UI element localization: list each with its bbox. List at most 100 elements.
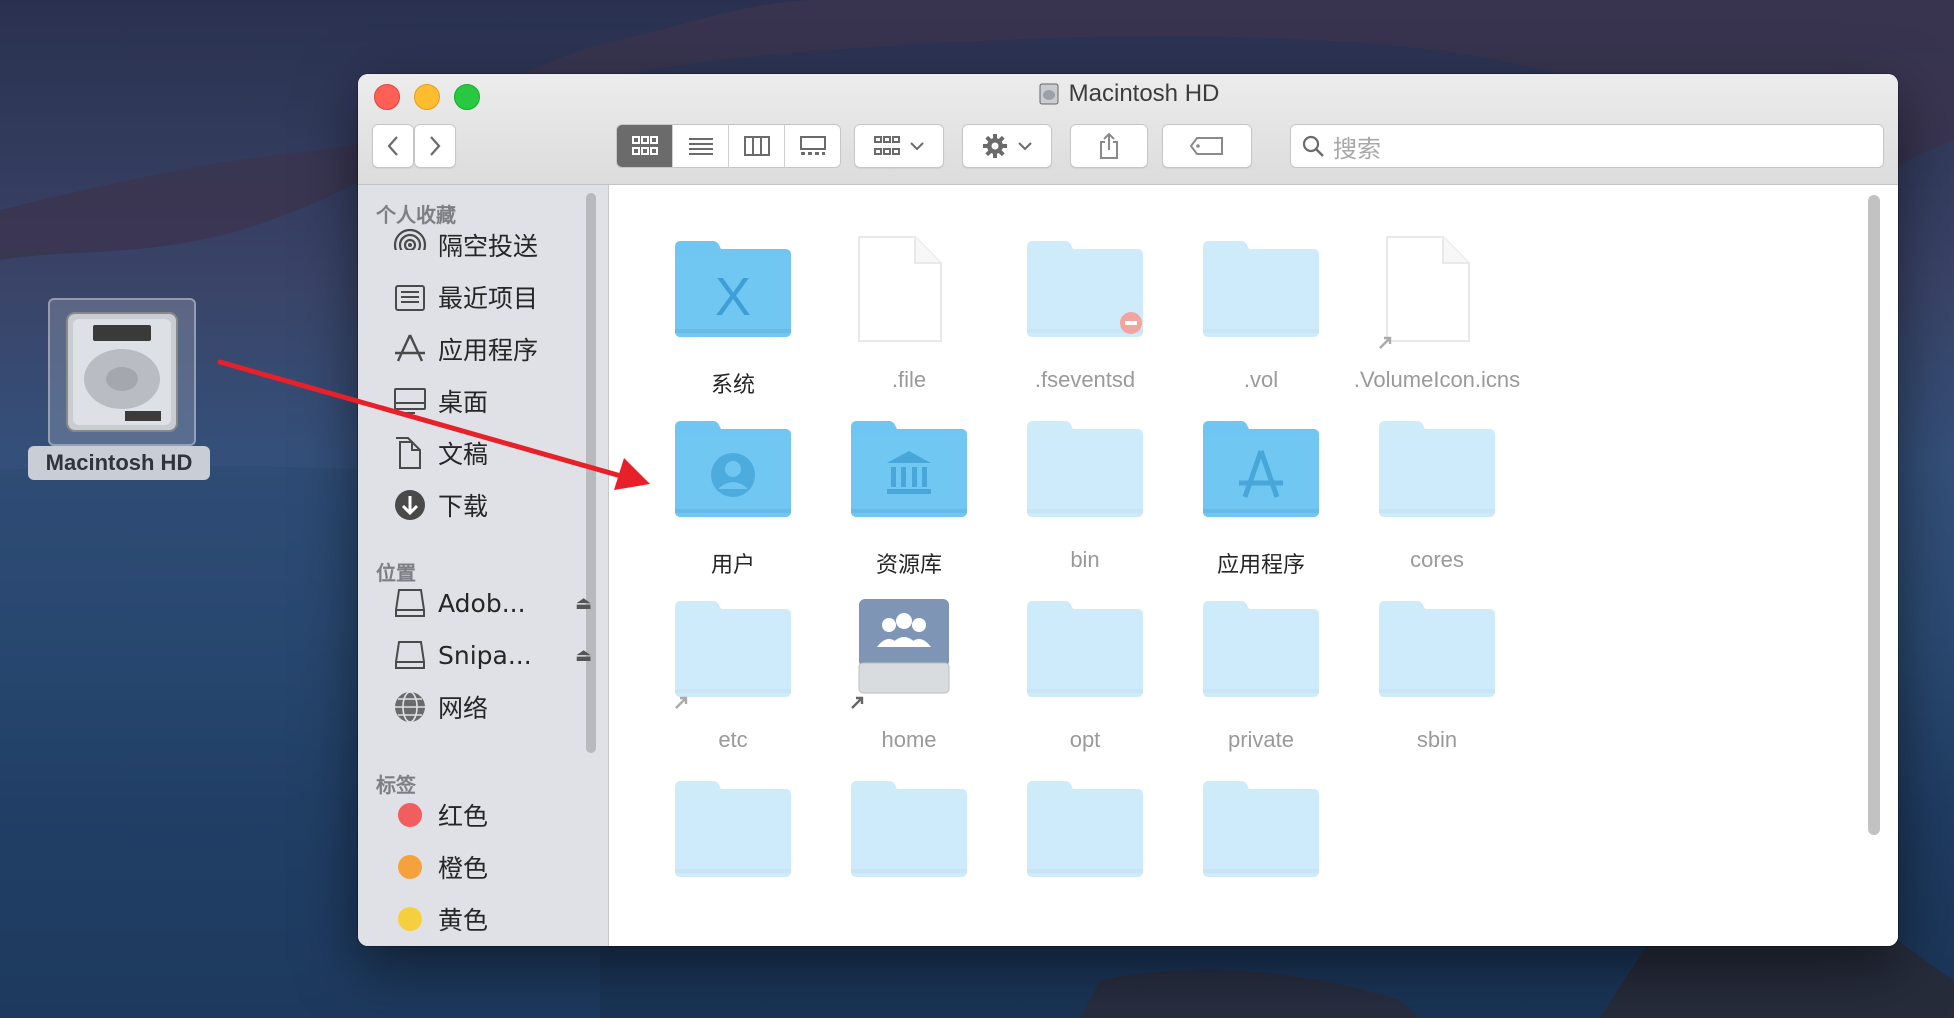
sidebar-item-documents[interactable]: 文稿 xyxy=(392,431,592,475)
file-item-label: opt xyxy=(1069,727,1101,752)
shared-drive-icon xyxy=(849,595,969,709)
drive-icon xyxy=(1039,83,1059,105)
gallery-view-button[interactable] xyxy=(785,125,840,167)
file-item[interactable]: bin xyxy=(985,415,1185,615)
folder-icon xyxy=(849,415,969,525)
action-button[interactable] xyxy=(962,124,1052,168)
restricted-folder-icon xyxy=(1025,235,1145,345)
tag-button[interactable] xyxy=(1162,124,1252,168)
chevron-down-icon xyxy=(910,142,924,151)
drive-icon xyxy=(392,585,428,621)
forward-button[interactable] xyxy=(414,124,456,168)
share-button[interactable] xyxy=(1070,124,1148,168)
file-item-label: 系统 xyxy=(710,372,755,397)
desktop-drive-icon[interactable] xyxy=(48,298,196,446)
sidebar-item-label: 隔空投送 xyxy=(438,232,539,261)
folder-icon xyxy=(1201,595,1321,705)
folder-icon xyxy=(1201,775,1321,885)
file-item[interactable]: 用户 xyxy=(633,415,833,615)
file-item[interactable]: .file xyxy=(809,235,1009,435)
recents-icon xyxy=(392,279,428,315)
search-field[interactable]: 搜索 xyxy=(1290,124,1884,168)
file-item-label: 应用程序 xyxy=(1216,552,1305,577)
file-item[interactable]: .fseventsd xyxy=(985,235,1185,435)
file-item-label: .vol xyxy=(1243,367,1279,392)
content-scrollbar[interactable] xyxy=(1868,195,1880,835)
file-item[interactable]: opt xyxy=(985,595,1185,795)
chevron-right-icon xyxy=(430,136,441,156)
columns-icon xyxy=(743,136,770,156)
svg-text:X: X xyxy=(715,267,751,327)
gear-icon xyxy=(983,134,1007,158)
folder-icon: X xyxy=(673,235,793,345)
file-item-partial[interactable] xyxy=(1161,775,1361,946)
file-item[interactable]: 资源库 xyxy=(809,415,1009,615)
file-item-partial[interactable] xyxy=(809,775,1009,946)
column-view-button[interactable] xyxy=(729,125,785,167)
grid-icon xyxy=(874,136,900,155)
folder-icon xyxy=(1025,415,1145,525)
file-item[interactable]: .VolumeIcon.icns xyxy=(1337,235,1537,435)
document-icon xyxy=(1377,235,1497,349)
file-grid: X 系统 .file .fseventsd .vol .VolumeIcon.i… xyxy=(609,185,1898,946)
sidebar-item-label: Snipa... xyxy=(438,640,532,670)
file-item-label: .file xyxy=(891,367,927,392)
sidebar-item-desktop[interactable]: 桌面 xyxy=(392,379,592,423)
file-item[interactable]: cores xyxy=(1337,415,1537,615)
sidebar-item-snipaste-volume[interactable]: Snipa... ⏏ xyxy=(392,633,592,677)
sidebar-item-label: 黄色 xyxy=(438,906,489,935)
sidebar-item-label: 橙色 xyxy=(438,854,489,883)
folder-icon xyxy=(1201,235,1321,345)
sidebar-item-adobe-volume[interactable]: Adob... ⏏ xyxy=(392,581,592,625)
folder-icon xyxy=(1025,775,1145,885)
eject-icon[interactable]: ⏏ xyxy=(575,593,592,614)
sidebar-item-tag-orange[interactable]: 橙色 xyxy=(392,845,592,889)
file-item[interactable]: private xyxy=(1161,595,1361,795)
sidebar-item-label: 应用程序 xyxy=(438,336,539,365)
documents-icon xyxy=(392,435,428,471)
sidebar-item-label: 桌面 xyxy=(438,388,489,417)
tag-icon xyxy=(1189,137,1223,155)
icon-view-button[interactable] xyxy=(617,125,673,167)
file-item[interactable]: sbin xyxy=(1337,595,1537,795)
group-by-button[interactable] xyxy=(854,124,944,168)
window-title-text: Macintosh HD xyxy=(1068,80,1220,107)
applications-icon xyxy=(392,331,428,367)
sidebar-item-label: Adob... xyxy=(438,588,526,618)
file-item-label: sbin xyxy=(1416,727,1458,752)
file-item-label: .VolumeIcon.icns xyxy=(1353,367,1521,392)
file-item-label: home xyxy=(881,727,937,752)
sidebar-item-downloads[interactable]: 下载 xyxy=(392,483,592,527)
file-item[interactable]: home xyxy=(809,595,1009,795)
file-item-label: cores xyxy=(1410,547,1464,572)
sidebar-item-network[interactable]: 网络 xyxy=(392,685,592,729)
folder-icon xyxy=(1201,415,1321,525)
folder-icon xyxy=(1025,595,1145,705)
file-item-partial[interactable] xyxy=(633,775,833,946)
file-item-label: 用户 xyxy=(710,552,755,577)
file-item[interactable]: etc xyxy=(633,595,833,795)
file-item[interactable]: .vol xyxy=(1161,235,1361,435)
sidebar-item-label: 红色 xyxy=(438,802,489,831)
sidebar-item-label: 最近项目 xyxy=(438,284,539,313)
folder-icon xyxy=(673,775,793,885)
file-item[interactable]: 应用程序 xyxy=(1161,415,1361,615)
file-item-partial[interactable] xyxy=(985,775,1185,946)
drive-icon xyxy=(392,637,428,673)
titlebar: Macintosh HD 搜索 xyxy=(358,74,1898,185)
desktop-icon xyxy=(392,383,428,419)
document-icon xyxy=(849,235,969,345)
sidebar-item-tag-yellow[interactable]: 黄色 xyxy=(392,897,592,941)
eject-icon[interactable]: ⏏ xyxy=(575,645,592,666)
desktop-drive-label[interactable]: Macintosh HD xyxy=(28,446,210,480)
gallery-icon xyxy=(799,136,826,155)
file-item[interactable]: X 系统 xyxy=(633,235,833,435)
sidebar-item-applications[interactable]: 应用程序 xyxy=(392,327,592,371)
sidebar-item-airdrop[interactable]: 隔空投送 xyxy=(392,223,592,267)
back-button[interactable] xyxy=(372,124,414,168)
sidebar-item-tag-red[interactable]: 红色 xyxy=(392,793,592,837)
tag-dot-icon xyxy=(392,901,428,937)
list-view-button[interactable] xyxy=(673,125,729,167)
sidebar-item-recents[interactable]: 最近项目 xyxy=(392,275,592,319)
grid-icon xyxy=(631,136,658,155)
